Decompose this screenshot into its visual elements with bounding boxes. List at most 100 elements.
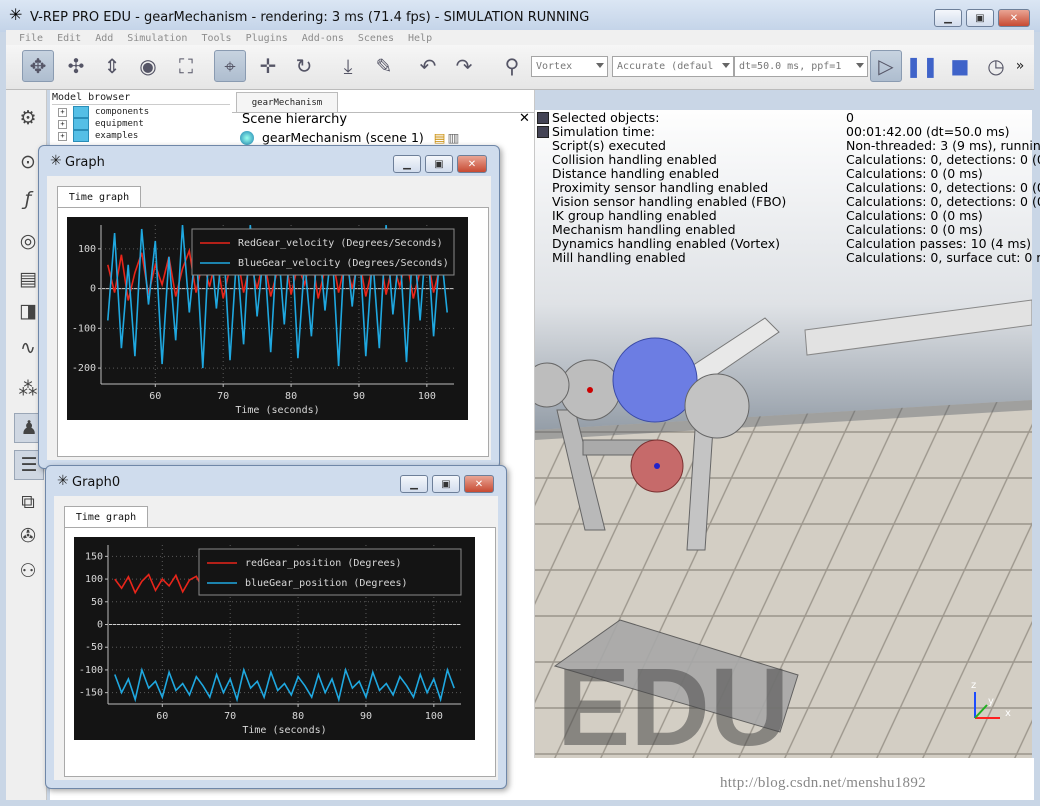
model-folder-examples[interactable]: + examples <box>58 130 138 142</box>
close-button[interactable]: ✕ <box>998 9 1030 27</box>
simulation-settings-icon[interactable]: ⚙ <box>14 104 42 132</box>
dynamics-toggle-icon[interactable]: ⚲ <box>496 50 528 82</box>
menu-addons[interactable]: Add-ons <box>302 33 344 44</box>
folder-icon <box>73 130 89 142</box>
menu-scenes[interactable]: Scenes <box>358 33 394 44</box>
close-button[interactable]: ✕ <box>457 155 487 173</box>
info-value: Calculations: 0, detections: 0 (0 <box>846 152 1040 167</box>
x-tick-label: 90 <box>360 711 372 722</box>
toolbar-overflow-icon[interactable]: » <box>1010 50 1030 82</box>
physics-engine-select[interactable]: Vortex <box>531 56 608 77</box>
info-toggle-icon-2[interactable] <box>537 126 549 138</box>
minimize-button[interactable]: ▁ <box>400 475 428 493</box>
info-label: Mill handling enabled <box>552 250 686 265</box>
close-button[interactable]: ✕ <box>464 475 494 493</box>
plot-area[interactable]: 150 100 50 0 -50 -100 -150 60 70 80 90 100 Time (sec… <box>74 537 475 740</box>
scene-root-item[interactable]: gearMechanism (scene 1) ▤ ▥ <box>240 130 459 145</box>
camera-angle-icon[interactable]: ◉ <box>132 50 164 82</box>
y-tick-label: 50 <box>91 597 103 608</box>
tab-time-graph[interactable]: Time graph <box>57 186 141 208</box>
main-title-bar: ✳ V-REP PRO EDU - gearMechanism - render… <box>0 0 1040 32</box>
menu-add[interactable]: Add <box>95 33 113 44</box>
layers-icon[interactable]: ⧉ <box>14 488 42 516</box>
menu-file[interactable]: File <box>19 33 43 44</box>
info-row: IK group handling enabled Calculations: 0… <box>552 208 1032 223</box>
object-shift-icon[interactable]: ✛ <box>252 50 284 82</box>
simulation-info-overlay: Selected objects: 0 Simulation time: 00:01:… <box>552 110 1040 265</box>
info-value: Calculations: 0 (0 ms) <box>846 166 983 181</box>
plot-area[interactable]: 100 0 -100 -200 60 70 80 90 100 Time (seconds) Red… <box>67 217 468 420</box>
camera-pan-icon[interactable]: ✥ <box>22 50 54 82</box>
real-time-icon[interactable]: ◷ <box>980 50 1012 82</box>
click-select-icon[interactable]: ⌖ <box>214 50 246 82</box>
stop-simulation-icon[interactable]: ■ <box>944 50 976 82</box>
redo-icon[interactable]: ↷ <box>448 50 480 82</box>
info-label: Script(s) executed <box>552 138 666 153</box>
camera-rotate-icon[interactable]: ✣ <box>60 50 92 82</box>
graph-dialog-title: Graph <box>65 155 105 170</box>
x-tick-label: 70 <box>224 711 236 722</box>
watermark-url: http://blog.csdn.net/menshu1892 <box>720 775 926 791</box>
tab-time-graph[interactable]: Time graph <box>64 506 148 528</box>
info-value: Calculations: 0 (0 ms) <box>846 222 983 237</box>
minimize-button[interactable]: ▁ <box>393 155 421 173</box>
camera-shift-icon[interactable]: ⇕ <box>96 50 128 82</box>
info-toggle-icon[interactable] <box>537 112 549 124</box>
pause-simulation-icon[interactable]: ❚❚ <box>905 50 939 82</box>
info-value: Calculations: 0, detections: 0 (0 <box>846 194 1040 209</box>
close-icon[interactable]: ✕ <box>519 111 530 126</box>
info-label: Collision handling enabled <box>552 152 717 167</box>
maximize-button[interactable]: ▣ <box>425 155 453 173</box>
model-folder-equipment[interactable]: + equipment <box>58 118 144 130</box>
toolbar: ✥ ✣ ⇕ ◉ ⛶ ⌖ ✛ ↻ ⤓ ✎ ↶ ↷ ⚲ Vortex Accurat… <box>6 45 1034 90</box>
info-row: Collision handling enabled Calculations: … <box>552 152 1040 167</box>
x-tick-label: 80 <box>285 391 297 402</box>
menu-tools[interactable]: Tools <box>201 33 231 44</box>
info-row: Script(s) executed Non-threaded: 3 (9 ms)… <box>552 138 1040 153</box>
fit-to-view-icon[interactable]: ⛶ <box>170 50 202 82</box>
x-axis-label: Time (seconds) <box>242 725 326 736</box>
user-settings-icon[interactable]: ⚇ <box>14 557 42 585</box>
assemble-icon[interactable]: ⤓ <box>332 50 364 82</box>
graph-dialog[interactable]: ✳ Graph ▁ ▣ ✕ Time graph 100 0 -100 -200 60 7… <box>38 145 500 469</box>
info-row: Selected objects: 0 <box>552 110 1032 125</box>
info-row: Proximity sensor handling enabled Calcula… <box>552 180 1040 195</box>
video-recorder-icon[interactable]: ✇ <box>14 522 42 550</box>
script-file-icon[interactable]: ▤ <box>434 130 446 145</box>
y-tick-label: 0 <box>97 620 103 631</box>
menu-edit[interactable]: Edit <box>57 33 81 44</box>
undo-icon[interactable]: ↶ <box>412 50 444 82</box>
app-icon: ✳ <box>50 153 62 169</box>
maximize-button[interactable]: ▣ <box>432 475 460 493</box>
menu-plugins[interactable]: Plugins <box>246 33 288 44</box>
object-rotate-icon[interactable]: ↻ <box>288 50 320 82</box>
info-value: Calculations: 0 (0 ms) <box>846 208 983 223</box>
y-tick-label: -50 <box>85 642 103 653</box>
window-title: V-REP PRO EDU - gearMechanism - renderin… <box>30 10 590 25</box>
menu-simulation[interactable]: Simulation <box>127 33 187 44</box>
maximize-button[interactable]: ▣ <box>966 9 994 27</box>
timestep-select[interactable]: dt=50.0 ms, ppf=1 <box>734 56 868 77</box>
info-row: Simulation time: 00:01:42.00 (dt=50.0 ms) <box>552 124 1032 139</box>
info-value: Calculations: 0, detections: 0 (0 <box>846 180 1040 195</box>
columns-icon[interactable]: ▥ <box>448 130 460 145</box>
graph0-dialog-title: Graph0 <box>72 475 121 490</box>
accuracy-select[interactable]: Accurate (defaul <box>612 56 734 77</box>
tab-scene[interactable]: gearMechanism <box>236 92 338 113</box>
model-folder-components[interactable]: + components <box>58 106 149 118</box>
transfer-dna-icon[interactable]: ✎ <box>368 50 400 82</box>
folder-icon <box>73 106 89 118</box>
y-tick-label: 150 <box>85 551 103 562</box>
gear-right <box>684 373 750 439</box>
start-simulation-icon[interactable]: ▷ <box>870 50 902 82</box>
graph-client: Time graph 100 0 -100 -200 60 70 80 90 100 Time (… <box>47 176 491 460</box>
axis-label-y: y <box>988 696 994 707</box>
y-tick-label: 0 <box>90 284 96 295</box>
graph0-dialog[interactable]: ✳ Graph0 ▁ ▣ ✕ Time graph 150 100 50 0 -50 -1… <box>45 465 507 789</box>
menu-help[interactable]: Help <box>408 33 432 44</box>
info-label: Mechanism handling enabled <box>552 222 736 237</box>
folder-icon <box>73 118 89 130</box>
x-tick-label: 60 <box>156 711 168 722</box>
minimize-button[interactable]: ▁ <box>934 9 962 27</box>
info-row: Dynamics handling enabled (Vortex) Calcul… <box>552 236 1032 251</box>
